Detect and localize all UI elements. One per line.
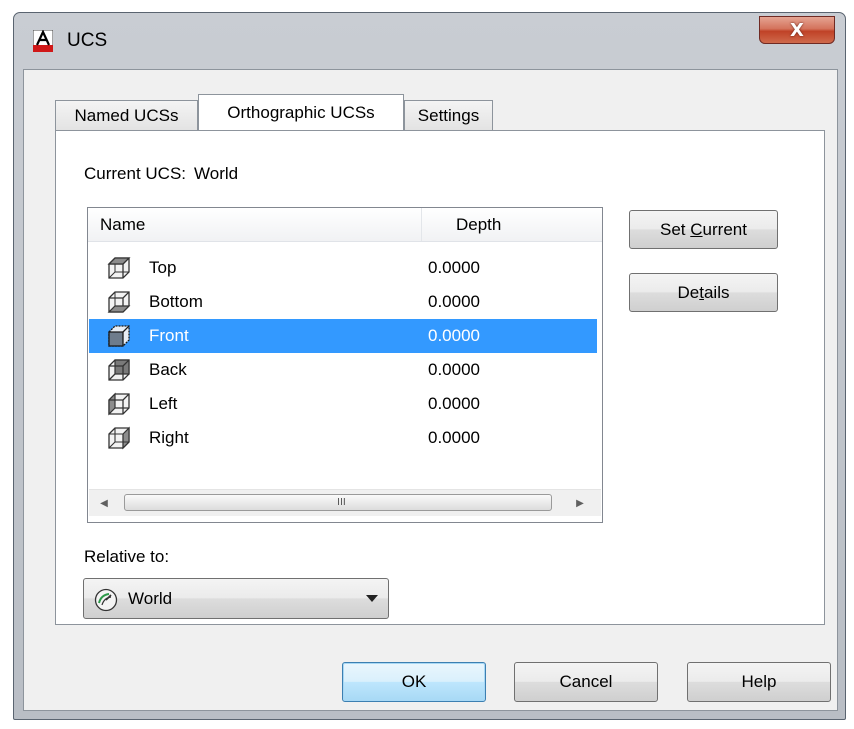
mnemonic-letter: C xyxy=(690,219,703,239)
ok-button[interactable]: OK xyxy=(342,662,486,702)
column-header-name[interactable]: Name xyxy=(88,208,422,241)
cancel-button[interactable]: Cancel xyxy=(514,662,658,702)
help-button[interactable]: Help xyxy=(687,662,831,702)
list-row-top[interactable]: Top 0.0000 xyxy=(89,251,597,285)
ucs-dialog: UCS X Named UCSs Orthographic UCSs Setti… xyxy=(13,12,846,720)
list-row-right[interactable]: Right 0.0000 xyxy=(89,421,597,455)
row-depth: 0.0000 xyxy=(428,360,480,379)
help-label: Help xyxy=(741,672,777,691)
cube-bottom-icon xyxy=(107,291,131,313)
row-depth: 0.0000 xyxy=(428,428,480,447)
row-name: Top xyxy=(149,258,177,277)
tab-named-ucss[interactable]: Named UCSs xyxy=(55,100,198,130)
scroll-left-icon[interactable]: ◀ xyxy=(93,490,115,516)
world-ucs-icon xyxy=(94,588,118,612)
chevron-down-icon xyxy=(366,595,378,602)
orthographic-ucs-list[interactable]: Name Depth Top 0.0000 Bottom 0.0000 Fron… xyxy=(87,207,603,523)
row-name: Right xyxy=(149,428,189,447)
cube-front-icon xyxy=(108,325,130,347)
cube-right-icon xyxy=(108,426,130,450)
set-current-button[interactable]: Set Current xyxy=(629,210,778,249)
close-button[interactable]: X xyxy=(759,16,835,44)
cube-top-icon xyxy=(107,257,131,279)
window-title: UCS xyxy=(67,30,108,51)
horizontal-scrollbar[interactable]: ◀ III ▶ xyxy=(89,489,601,516)
list-row-bottom[interactable]: Bottom 0.0000 xyxy=(89,285,597,319)
cancel-label: Cancel xyxy=(559,672,613,691)
row-depth: 0.0000 xyxy=(428,394,480,413)
list-row-back[interactable]: Back 0.0000 xyxy=(89,353,597,387)
button-label-part: Set xyxy=(660,219,691,239)
tab-label: Orthographic UCSs xyxy=(227,102,375,122)
cube-back-icon xyxy=(108,359,130,381)
relative-to-value: World xyxy=(128,589,173,608)
row-depth: 0.0000 xyxy=(428,292,480,311)
button-label-part: De xyxy=(677,282,700,302)
scroll-right-icon[interactable]: ▶ xyxy=(569,490,591,516)
cube-left-icon xyxy=(108,392,130,416)
tab-label: Named UCSs xyxy=(74,105,179,125)
list-row-front[interactable]: Front 0.0000 xyxy=(89,319,597,353)
list-row-left[interactable]: Left 0.0000 xyxy=(89,387,597,421)
row-name: Bottom xyxy=(149,292,203,311)
row-name: Left xyxy=(149,394,178,413)
scrollbar-grip: III xyxy=(337,497,346,508)
current-ucs-value: World xyxy=(194,164,239,183)
close-icon: X xyxy=(790,19,804,41)
button-label-part: ails xyxy=(703,282,730,302)
autocad-app-icon xyxy=(33,30,53,52)
scrollbar-thumb[interactable]: III xyxy=(124,494,552,511)
relative-to-dropdown[interactable]: World xyxy=(83,578,389,619)
details-button[interactable]: De t ails xyxy=(629,273,778,312)
row-depth: 0.0000 xyxy=(428,258,480,277)
dialog-client-area: Named UCSs Orthographic UCSs Settings Cu… xyxy=(23,69,838,711)
list-header: Name Depth xyxy=(88,208,602,242)
row-name: Back xyxy=(149,360,187,379)
tab-label: Settings xyxy=(417,105,480,125)
title-bar[interactable]: UCS X xyxy=(14,13,845,69)
tab-settings[interactable]: Settings xyxy=(404,100,493,130)
current-ucs-label: Current UCS: xyxy=(84,164,187,183)
ok-label: OK xyxy=(401,672,427,691)
current-ucs-line: Current UCS: World xyxy=(84,164,238,184)
row-name: Front xyxy=(149,326,189,345)
relative-to-label: Relative to: xyxy=(84,547,170,566)
button-label-part: urrent xyxy=(702,219,747,239)
row-depth: 0.0000 xyxy=(428,326,480,345)
tab-orthographic-ucss[interactable]: Orthographic UCSs xyxy=(198,94,404,130)
column-header-depth[interactable]: Depth xyxy=(422,208,596,241)
tab-panel-orthographic: Current UCS: World Name Depth Top 0.0000… xyxy=(55,130,825,625)
